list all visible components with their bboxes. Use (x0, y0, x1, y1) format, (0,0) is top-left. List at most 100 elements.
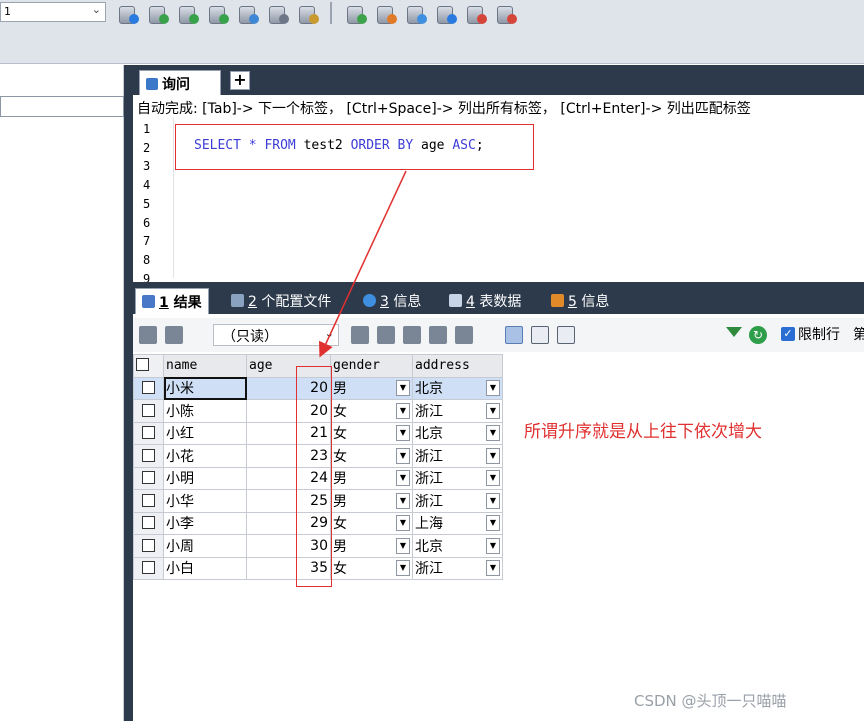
row-checkbox[interactable] (133, 511, 164, 535)
checkbox-icon[interactable] (142, 403, 155, 417)
database-selector[interactable]: 1 ⌄ (0, 2, 106, 22)
chevron-down-icon[interactable]: ▼ (396, 492, 410, 509)
chevron-down-icon[interactable]: ▼ (486, 515, 500, 532)
checkbox-icon[interactable] (142, 538, 155, 552)
cell-gender[interactable]: 女 ▼ (330, 556, 413, 580)
cell-address[interactable]: 浙江 ▼ (412, 556, 503, 580)
cell-name[interactable]: 小李 (163, 511, 247, 535)
tab-info[interactable]: 3 信息 (357, 288, 427, 314)
chevron-down-icon[interactable]: ▼ (396, 447, 410, 464)
cancel-icon[interactable] (455, 326, 473, 344)
chevron-down-icon[interactable]: ▼ (486, 470, 500, 487)
chevron-down-icon[interactable]: ▼ (396, 560, 410, 577)
chevron-down-icon[interactable]: ▼ (396, 402, 410, 419)
cell-gender[interactable]: 男 ▼ (330, 376, 413, 400)
copy-database-icon[interactable] (174, 2, 200, 24)
cell-name[interactable]: 小陈 (163, 399, 247, 423)
column-header-gender[interactable]: gender (330, 354, 413, 378)
chevron-down-icon[interactable]: ▼ (486, 447, 500, 464)
cell-address[interactable]: 北京 ▼ (412, 376, 503, 400)
backup-icon[interactable] (234, 2, 260, 24)
cell-name[interactable]: 小明 (163, 466, 247, 490)
cell-gender[interactable]: 女 ▼ (330, 399, 413, 423)
tools-icon[interactable] (492, 2, 518, 24)
select-all-checkbox[interactable] (133, 354, 164, 378)
cell-name[interactable]: 小周 (163, 534, 247, 558)
checkbox-icon[interactable] (142, 561, 155, 575)
cell-name[interactable]: 小红 (163, 421, 247, 445)
checkbox-icon[interactable] (142, 516, 155, 530)
import-icon[interactable] (204, 2, 230, 24)
chevron-down-icon[interactable]: ▼ (486, 537, 500, 554)
tab-info-2[interactable]: 5 信息 (545, 288, 615, 314)
chevron-down-icon[interactable]: ▼ (486, 380, 500, 397)
tab-profile[interactable]: 2 个配置文件 (225, 288, 337, 314)
create-table-icon[interactable] (144, 2, 170, 24)
query-builder-icon[interactable] (294, 2, 320, 24)
add-row-icon[interactable] (351, 326, 369, 344)
row-checkbox[interactable] (133, 376, 164, 400)
chevron-down-icon[interactable]: ▼ (396, 515, 410, 532)
row-checkbox[interactable] (133, 466, 164, 490)
add-tab-button[interactable]: + (230, 71, 250, 90)
checkbox-icon[interactable] (142, 381, 155, 395)
restore-icon[interactable] (462, 2, 488, 24)
chevron-down-icon[interactable]: ▼ (396, 425, 410, 442)
checkbox-icon[interactable] (142, 471, 155, 485)
chevron-down-icon[interactable]: ▼ (486, 402, 500, 419)
cell-name[interactable]: 小白 (163, 556, 247, 580)
cell-address[interactable]: 浙江 ▼ (412, 489, 503, 513)
sync-icon[interactable] (342, 2, 368, 24)
chevron-down-icon[interactable]: ▼ (486, 425, 500, 442)
chevron-down-icon[interactable]: ▼ (486, 492, 500, 509)
chevron-down-icon[interactable]: ⌄ (325, 327, 334, 340)
checkbox-icon[interactable] (142, 448, 155, 462)
checkbox-icon[interactable] (142, 493, 155, 507)
panel-splitter[interactable] (124, 65, 133, 721)
row-checkbox[interactable] (133, 444, 164, 468)
tab-result[interactable]: 1 结果 (135, 288, 209, 314)
limit-rows-checkbox[interactable]: ✓ (781, 327, 795, 341)
cell-address[interactable]: 北京 ▼ (412, 534, 503, 558)
cell-name[interactable]: 小花 (163, 444, 247, 468)
export-icon[interactable] (139, 326, 157, 344)
row-checkbox[interactable] (133, 399, 164, 423)
column-header-name[interactable]: name (163, 354, 247, 378)
checkbox-icon[interactable] (136, 358, 149, 372)
row-checkbox[interactable] (133, 489, 164, 513)
schema-icon[interactable] (264, 2, 290, 24)
object-filter-input[interactable] (0, 96, 124, 117)
filter-icon[interactable] (726, 327, 742, 337)
form-view-icon[interactable] (531, 326, 549, 344)
row-checkbox[interactable] (133, 421, 164, 445)
cell-gender[interactable]: 女 ▼ (330, 444, 413, 468)
cell-gender[interactable]: 女 ▼ (330, 421, 413, 445)
grid-view-icon[interactable] (505, 326, 523, 344)
readonly-selector[interactable]: （只读） ⌄ (213, 324, 339, 346)
history-icon[interactable] (432, 2, 458, 24)
text-view-icon[interactable] (557, 326, 575, 344)
tab-query[interactable]: 询问 (139, 70, 221, 95)
cell-gender[interactable]: 男 ▼ (330, 489, 413, 513)
save-icon[interactable] (403, 326, 421, 344)
chevron-down-icon[interactable]: ⌄ (92, 3, 101, 16)
chevron-down-icon[interactable]: ▼ (396, 537, 410, 554)
cell-address[interactable]: 上海 ▼ (412, 511, 503, 535)
data-sync-icon[interactable] (372, 2, 398, 24)
chevron-down-icon[interactable]: ▼ (396, 380, 410, 397)
cell-name[interactable]: 小华 (163, 489, 247, 513)
schedule-icon[interactable] (402, 2, 428, 24)
column-header-address[interactable]: address (412, 354, 503, 378)
cell-gender[interactable]: 男 ▼ (330, 534, 413, 558)
cell-address[interactable]: 浙江 ▼ (412, 444, 503, 468)
cell-address[interactable]: 浙江 ▼ (412, 399, 503, 423)
row-checkbox[interactable] (133, 556, 164, 580)
cell-address[interactable]: 浙江 ▼ (412, 466, 503, 490)
cell-name[interactable]: 小米 (163, 376, 247, 400)
duplicate-row-icon[interactable] (377, 326, 395, 344)
checkbox-icon[interactable] (142, 426, 155, 440)
chevron-down-icon[interactable]: ▼ (396, 470, 410, 487)
refresh-icon[interactable]: ↻ (749, 326, 767, 344)
cell-address[interactable]: 北京 ▼ (412, 421, 503, 445)
delete-icon[interactable] (429, 326, 447, 344)
